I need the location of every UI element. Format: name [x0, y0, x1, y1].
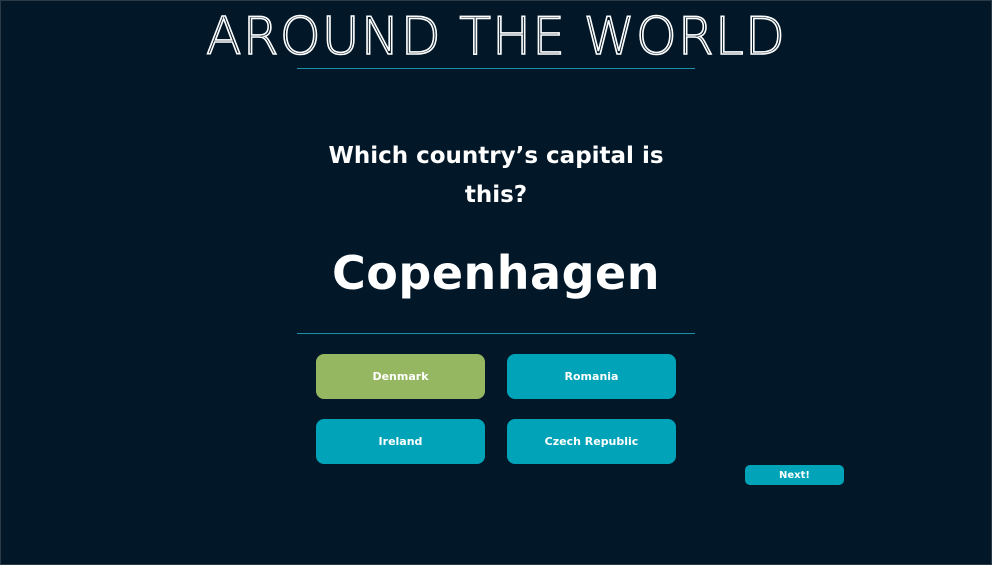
answer-button-romania[interactable]: Romania: [507, 354, 676, 399]
answer-label: Romania: [564, 370, 619, 383]
answer-label: Ireland: [378, 435, 423, 448]
next-button[interactable]: Next!: [745, 465, 844, 485]
capital-name: Copenhagen: [332, 246, 660, 300]
answer-label: Czech Republic: [544, 435, 639, 448]
quiz-page: AROUND THE WORLD Which country’s capital…: [1, 1, 991, 564]
answers-divider: [297, 333, 695, 334]
answer-label: Denmark: [372, 370, 429, 383]
app-title: AROUND THE WORLD: [205, 6, 786, 68]
question-text: Which country’s capital is this?: [328, 143, 664, 208]
answer-button-ireland[interactable]: Ireland: [316, 419, 485, 464]
title-divider: [297, 68, 695, 69]
answer-button-czech-republic[interactable]: Czech Republic: [507, 419, 676, 464]
answer-button-denmark[interactable]: Denmark: [316, 354, 485, 399]
next-label: Next!: [779, 469, 810, 481]
